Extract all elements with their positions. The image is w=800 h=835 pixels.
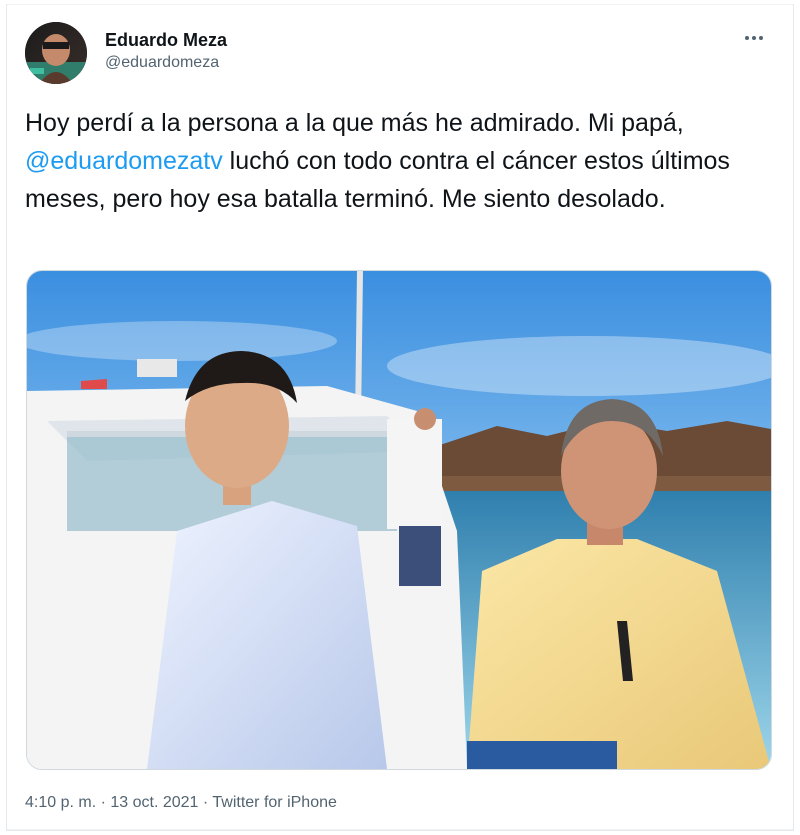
author-handle[interactable]: @eduardomeza	[105, 51, 227, 75]
photo-image	[27, 271, 771, 769]
bottom-divider	[7, 829, 793, 830]
tweet-photo[interactable]	[26, 270, 772, 770]
author-block: Eduardo Meza @eduardomeza	[105, 29, 227, 75]
tweet-time[interactable]: 4:10 p. m.	[25, 794, 96, 811]
tweet-meta: 4:10 p. m. · 13 oct. 2021 · Twitter for …	[25, 792, 337, 814]
tweet-card: Eduardo Meza @eduardomeza Hoy perdí a la…	[6, 4, 794, 831]
top-divider	[7, 4, 793, 5]
tweet-text-before: Hoy perdí a la persona a la que más he a…	[25, 109, 684, 137]
tweet-date[interactable]: 13 oct. 2021	[110, 794, 198, 811]
meta-separator-2: ·	[198, 794, 213, 811]
avatar[interactable]	[25, 22, 87, 84]
meta-separator-1: ·	[96, 794, 111, 811]
more-options-button[interactable]	[739, 26, 769, 50]
author-name[interactable]: Eduardo Meza	[105, 29, 227, 51]
tweet-source-link[interactable]: Twitter for iPhone	[212, 794, 337, 811]
tweet-header: Eduardo Meza @eduardomeza	[25, 22, 775, 86]
tweet-text: Hoy perdí a la persona a la que más he a…	[25, 104, 755, 218]
avatar-image	[25, 22, 87, 84]
mention-link[interactable]: @eduardomezatv	[25, 147, 223, 175]
ellipsis-icon	[745, 36, 763, 40]
